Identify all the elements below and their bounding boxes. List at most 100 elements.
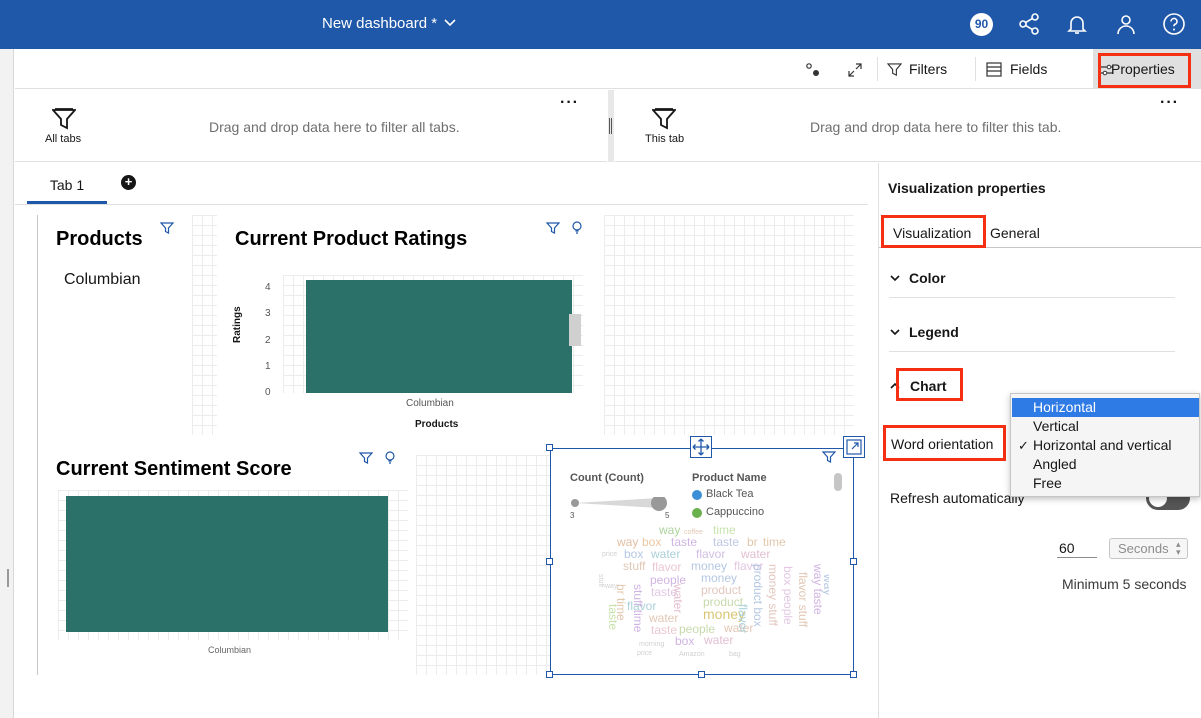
- legend-color-title: Product Name: [692, 472, 767, 484]
- maximize-icon[interactable]: [843, 436, 865, 458]
- svg-text:money stuff: money stuff: [766, 564, 780, 626]
- option-horizontal[interactable]: Horizontal: [1012, 398, 1199, 417]
- option-horizontal-and-vertical[interactable]: ✓ Horizontal and vertical: [1012, 436, 1199, 455]
- funnel-icon: [652, 108, 676, 130]
- svg-text:price: price: [637, 650, 652, 657]
- products-value: Columbian: [64, 271, 141, 288]
- option-vertical[interactable]: Vertical: [1012, 417, 1199, 436]
- user-icon[interactable]: [1114, 12, 1138, 36]
- filter-icon[interactable]: [546, 221, 560, 235]
- svg-text:stuff: stuff: [623, 559, 646, 573]
- ratings-category-label: Columbian: [406, 398, 454, 409]
- svg-text:stuff: stuff: [597, 574, 604, 587]
- refresh-min-note: Minimum 5 seconds: [1062, 576, 1187, 592]
- svg-text:taste: taste: [651, 623, 677, 637]
- y-tick-label: 3: [265, 308, 271, 320]
- sentiment-bar[interactable]: [66, 496, 388, 632]
- size-legend-bar: [571, 495, 667, 511]
- filter-icon[interactable]: [359, 451, 373, 465]
- option-free[interactable]: Free: [1012, 474, 1199, 493]
- section-legend-label: Legend: [909, 324, 959, 340]
- highlight-word-orientation: [883, 425, 1006, 461]
- stepper-icon: ▴ ▾: [1176, 539, 1181, 557]
- filter-icon[interactable]: [822, 450, 836, 464]
- this-tab-label: This tab: [645, 133, 685, 145]
- section-color-label: Color: [909, 270, 946, 286]
- section-color[interactable]: Color: [889, 258, 1175, 298]
- legend-scrollbar[interactable]: [834, 473, 842, 491]
- resize-handle[interactable]: [546, 558, 553, 565]
- svg-text:price: price: [602, 551, 617, 558]
- toolbar: Filters Fields Properties: [15, 49, 1201, 89]
- chevron-down-icon: [890, 329, 900, 336]
- y-tick-label: 0: [265, 387, 271, 398]
- y-tick-label: 4: [265, 282, 271, 294]
- filter-divider[interactable]: [608, 90, 614, 162]
- highlight-properties: [1098, 53, 1191, 88]
- color-legend: Black Tea Cappuccino: [692, 488, 827, 518]
- expand-icon[interactable]: [847, 62, 863, 78]
- sentiment-widget[interactable]: Current Sentiment Score Columbian: [38, 445, 418, 670]
- products-title: Products: [56, 228, 143, 250]
- filter-icon[interactable]: [160, 221, 174, 235]
- resize-handle[interactable]: [7, 569, 11, 587]
- wordcloud-widget[interactable]: Count (Count) 3 5 Product Name Black Tea…: [550, 448, 854, 675]
- this-tab-more-icon[interactable]: ···: [1160, 94, 1179, 112]
- lightbulb-icon[interactable]: [383, 450, 397, 464]
- svg-text:product box: product box: [751, 564, 765, 627]
- svg-text:box people: box people: [781, 566, 795, 625]
- highlight-visualization-tab: [881, 215, 986, 248]
- refresh-label: Refresh automatically: [890, 490, 1025, 506]
- y-tick-label: 2: [265, 334, 271, 346]
- fields-button[interactable]: Fields: [1010, 49, 1047, 89]
- sentiment-category-label: Columbian: [208, 645, 252, 655]
- share-icon[interactable]: [1017, 12, 1041, 36]
- svg-text:box: box: [675, 634, 694, 648]
- help-icon[interactable]: [1162, 12, 1186, 36]
- svg-text:water: water: [671, 583, 685, 613]
- legend-dot: [692, 490, 702, 500]
- svg-text:water: water: [650, 547, 680, 561]
- dashboard-canvas: Products Columbian Current Product Ratin…: [28, 205, 868, 680]
- scroll-handle[interactable]: [569, 314, 581, 346]
- resize-handle[interactable]: [546, 671, 553, 678]
- lightbulb-icon[interactable]: [570, 220, 584, 234]
- ratings-title: Current Product Ratings: [235, 228, 468, 250]
- svg-text:water: water: [703, 633, 733, 647]
- dashboard-title[interactable]: New dashboard *: [322, 15, 437, 32]
- pin-icon[interactable]: [805, 62, 821, 78]
- resize-handle[interactable]: [850, 671, 857, 678]
- tab-1[interactable]: Tab 1: [27, 172, 107, 204]
- word-orientation-dropdown[interactable]: Horizontal Vertical ✓ Horizontal and ver…: [1010, 393, 1200, 497]
- filters-button[interactable]: Filters: [909, 49, 947, 89]
- option-angled[interactable]: Angled: [1012, 455, 1199, 474]
- size-legend-max: 5: [665, 511, 670, 520]
- refresh-unit-select[interactable]: Seconds ▴ ▾: [1109, 538, 1188, 559]
- refresh-interval-input[interactable]: 60: [1057, 538, 1097, 558]
- svg-text:flavor: flavor: [736, 604, 750, 633]
- resize-handle[interactable]: [850, 558, 857, 565]
- resize-handle[interactable]: [546, 444, 553, 451]
- tab-general[interactable]: General: [990, 225, 1040, 241]
- notification-badge[interactable]: 90: [970, 13, 993, 36]
- word-cloud-graphic: way coffee time way box taste taste br t…: [597, 524, 829, 658]
- chevron-down-icon: [890, 275, 900, 282]
- move-icon[interactable]: [690, 436, 712, 458]
- checkmark-icon: ✓: [1018, 438, 1029, 453]
- products-widget[interactable]: Products Columbian: [38, 215, 188, 430]
- ratings-widget[interactable]: Current Product Ratings Ratings 0 1 2 3 4 Co…: [221, 215, 601, 435]
- legend-item-black-tea: Black Tea: [706, 488, 754, 500]
- add-tab-icon[interactable]: +: [121, 175, 136, 190]
- chevron-down-icon[interactable]: [443, 15, 457, 29]
- all-tabs-filter[interactable]: All tabs Drag and drop data here to filt…: [15, 90, 607, 162]
- ratings-bar[interactable]: [306, 280, 572, 393]
- resize-handle[interactable]: [698, 671, 705, 678]
- this-tab-filter[interactable]: This tab Drag and drop data here to filt…: [615, 90, 1201, 162]
- fields-icon: [986, 62, 1002, 77]
- bell-icon[interactable]: [1065, 12, 1089, 36]
- svg-text:way: way: [821, 573, 829, 595]
- legend-item-cappuccino: Cappuccino: [706, 506, 765, 518]
- svg-text:Amazon: Amazon: [679, 651, 705, 658]
- section-legend[interactable]: Legend: [889, 312, 1175, 352]
- all-tabs-more-icon[interactable]: ···: [560, 94, 579, 112]
